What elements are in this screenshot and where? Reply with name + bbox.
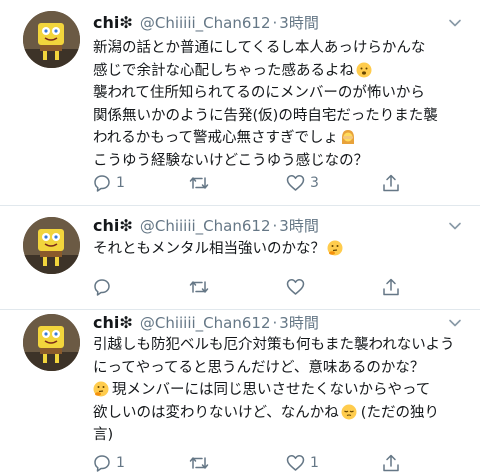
text-line: 関係無いかのように告発(仮)の時自宅だったりまた襲 — [93, 107, 438, 124]
share-button[interactable] — [382, 276, 400, 298]
tweet-actions: 1 3 — [93, 172, 464, 194]
tweet-actions — [93, 276, 464, 298]
thinking-face-icon — [93, 381, 109, 397]
share-button[interactable] — [382, 172, 400, 194]
author-handle[interactable]: @Chiiiii_Chan612 — [140, 217, 271, 235]
facepalm-woman-icon — [342, 130, 355, 144]
text-line: 引越しも防犯ベルも厄介対策も何もまた襲われないよう — [93, 337, 455, 353]
text-line: にってやってると思うんだけど、意味あるのかな？ — [93, 359, 425, 376]
reply-icon — [94, 175, 110, 192]
author-name[interactable]: chi❇︎ — [93, 13, 133, 32]
like-button[interactable]: 3 — [286, 172, 319, 194]
retweet-button[interactable] — [189, 276, 214, 298]
avatar[interactable] — [23, 11, 80, 68]
text-line: 新潟の話とか普通にしてくるし本人あっけらかんな — [93, 40, 426, 56]
reply-count: 1 — [116, 175, 125, 191]
retweet-icon — [189, 177, 209, 189]
author-name[interactable]: chi❇︎ — [93, 313, 133, 332]
reply-button[interactable]: 1 — [93, 172, 125, 194]
like-count: 1 — [310, 455, 319, 471]
timestamp[interactable]: 3時間 — [279, 217, 319, 235]
tweet[interactable]: chi❇︎ @Chiiiii_Chan612 · 3時間 それともメンタル相当強いの… — [0, 206, 480, 310]
text-line: こうゆう経験ないけどこうゆう感じなの？ — [93, 152, 369, 169]
like-button[interactable]: 1 — [286, 452, 319, 474]
thinking-face-icon — [327, 240, 343, 256]
chevron-down-icon[interactable] — [448, 316, 462, 330]
retweet-icon — [189, 281, 209, 293]
reply-icon — [94, 455, 110, 472]
retweet-button[interactable] — [189, 452, 214, 474]
like-button[interactable] — [286, 276, 310, 298]
text-line: 言) — [93, 427, 114, 443]
reply-count: 1 — [116, 455, 125, 471]
pensive-face-icon — [341, 404, 357, 419]
text-line: (ただの独り — [360, 404, 439, 421]
avatar[interactable] — [23, 217, 80, 274]
tweet-header: chi❇︎ @Chiiiii_Chan612 · 3時間 — [93, 12, 436, 34]
text-line: 襲われて住所知られてるのにメンバーのが怖いから — [93, 85, 425, 101]
tweet-header: chi❇︎ @Chiiiii_Chan612 · 3時間 — [93, 312, 436, 334]
tweet[interactable]: chi❇︎ @Chiiiii_Chan612 · 3時間 引越しも防犯ベルも厄介対策… — [0, 310, 480, 476]
tweet-actions: 1 1 — [93, 452, 464, 474]
tweet-text: 引越しも防犯ベルも厄介対策も何もまた襲われないよう にってやってると思うんだけど… — [93, 334, 464, 447]
text-line: われるかもって警戒心無さすぎでしょ — [93, 130, 339, 146]
text-line: 感じで余計な心配しちゃった感あるよね — [93, 62, 354, 79]
author-name[interactable]: chi❇︎ — [93, 216, 133, 235]
timestamp[interactable]: 3時間 — [279, 314, 319, 332]
chevron-down-icon[interactable] — [448, 16, 462, 30]
author-handle[interactable]: @Chiiiii_Chan612 — [140, 314, 271, 332]
heart-icon — [286, 175, 305, 191]
retweet-icon — [189, 457, 209, 469]
timestamp[interactable]: 3時間 — [279, 14, 319, 32]
heart-icon — [286, 279, 305, 295]
tweet[interactable]: chi❇︎ @Chiiiii_Chan612 · 3時間 新潟の話とか普通にしてくる… — [0, 0, 480, 206]
author-handle[interactable]: @Chiiiii_Chan612 — [140, 14, 271, 32]
chevron-down-icon[interactable] — [448, 219, 462, 233]
tweet-text: 新潟の話とか普通にしてくるし本人あっけらかんな 感じで余計な心配しちゃった感ある… — [93, 37, 464, 172]
avatar[interactable] — [23, 314, 80, 371]
reply-button[interactable] — [93, 276, 116, 298]
share-icon — [383, 174, 399, 192]
reply-button[interactable]: 1 — [93, 452, 125, 474]
text-line: 欲しいのは変わりないけど、なんかね — [93, 404, 339, 421]
tweet-header: chi❇︎ @Chiiiii_Chan612 · 3時間 — [93, 215, 436, 237]
worried-face-icon — [356, 62, 372, 77]
reply-icon — [94, 279, 110, 296]
heart-icon — [286, 455, 305, 471]
retweet-button[interactable] — [189, 172, 214, 194]
like-count: 3 — [310, 175, 319, 191]
separator-dot: · — [272, 217, 278, 235]
share-icon — [383, 278, 399, 296]
separator-dot: · — [272, 314, 278, 332]
text-line: 現メンバーには同じ思いさせたくないからやって — [112, 382, 431, 398]
share-icon — [383, 454, 399, 472]
share-button[interactable] — [382, 452, 400, 474]
text-line: それともメンタル相当強いのかな？ — [93, 241, 325, 257]
separator-dot: · — [272, 14, 278, 32]
tweet-text: それともメンタル相当強いのかな？ — [93, 238, 464, 261]
